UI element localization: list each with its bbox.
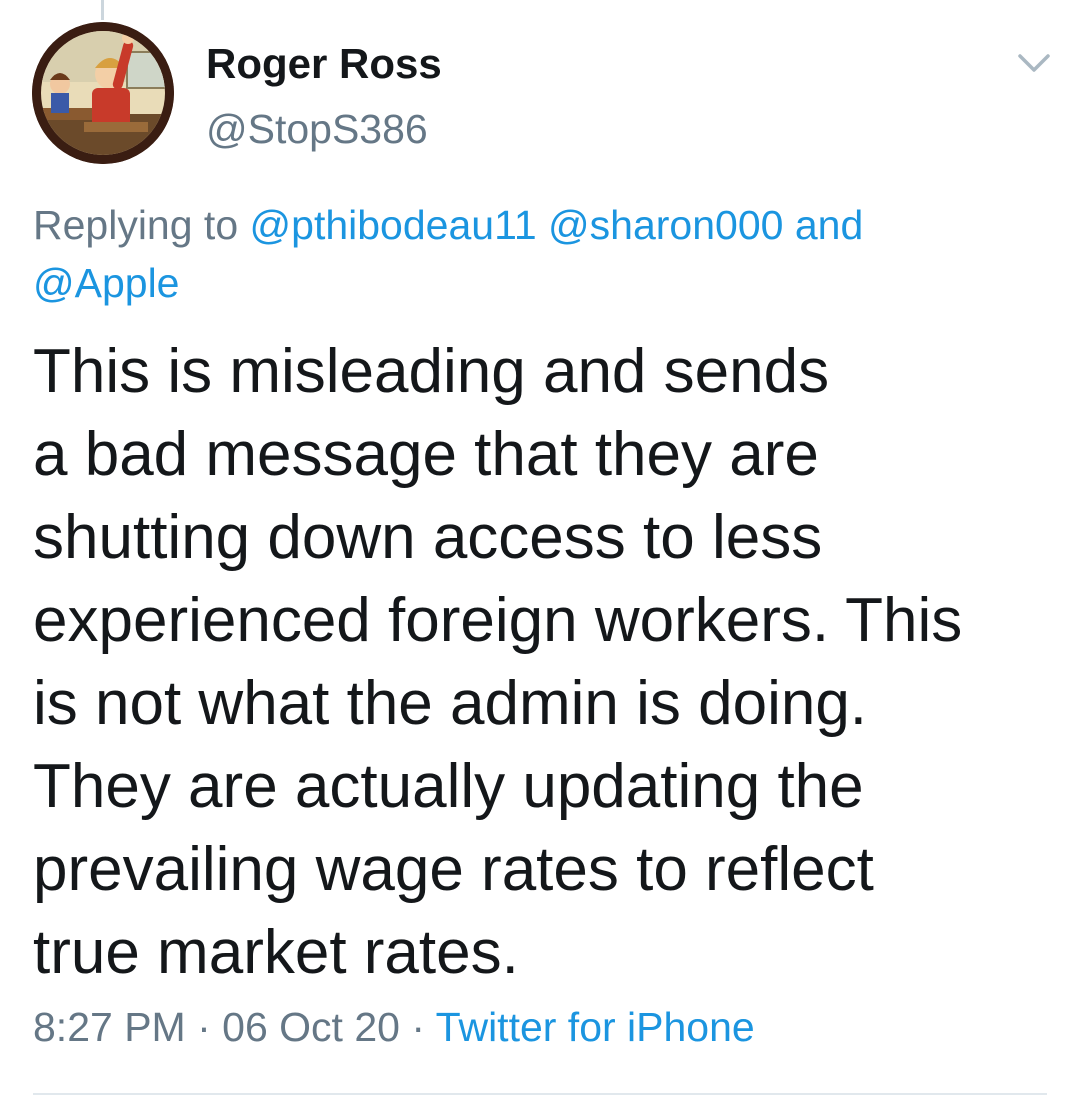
thread-connector-line (101, 0, 104, 20)
mention-link[interactable]: @Apple (33, 260, 179, 306)
tweet-text-line: They are actually updating the (33, 752, 864, 821)
tweet-time[interactable]: 8:27 PM (33, 1004, 186, 1050)
tweet-text-line: prevailing wage rates to reflect (33, 835, 874, 904)
mention-link[interactable]: @pthibodeau11 (250, 202, 537, 248)
tweet-text-line: experienced foreign workers. This (33, 586, 963, 655)
tweet-source-link[interactable]: Twitter for iPhone (436, 1004, 755, 1050)
avatar[interactable] (32, 22, 174, 164)
mention-link[interactable]: @sharon000 (548, 202, 783, 248)
chevron-down-icon[interactable] (1012, 44, 1056, 80)
author-handle[interactable]: @StopS386 (206, 106, 428, 153)
tweet-metadata: 8:27 PM · 06 Oct 20 · Twitter for iPhone (33, 1004, 755, 1051)
tweet-text-line: This is misleading and sends (33, 337, 830, 406)
meta-separator: · (197, 1004, 211, 1050)
author-display-name[interactable]: Roger Ross (206, 40, 442, 88)
tweet-text-line: is not what the admin is doing. (33, 669, 868, 738)
tweet-text-line: a bad message that they are (33, 420, 819, 489)
reply-prefix: Replying to (33, 202, 239, 248)
tweet-date[interactable]: 06 Oct 20 (222, 1004, 400, 1050)
tweet-text-line: true market rates. (33, 918, 519, 987)
reply-conjunction[interactable]: and (795, 202, 863, 248)
tweet-text-line: shutting down access to less (33, 503, 823, 572)
meta-separator: · (411, 1004, 426, 1050)
reply-context: Replying to @pthibodeau11 @sharon000 and… (33, 196, 1033, 312)
avatar-illustration (32, 22, 174, 164)
tweet-text: This is misleading and sends a bad messa… (33, 330, 1063, 994)
divider (33, 1093, 1047, 1095)
